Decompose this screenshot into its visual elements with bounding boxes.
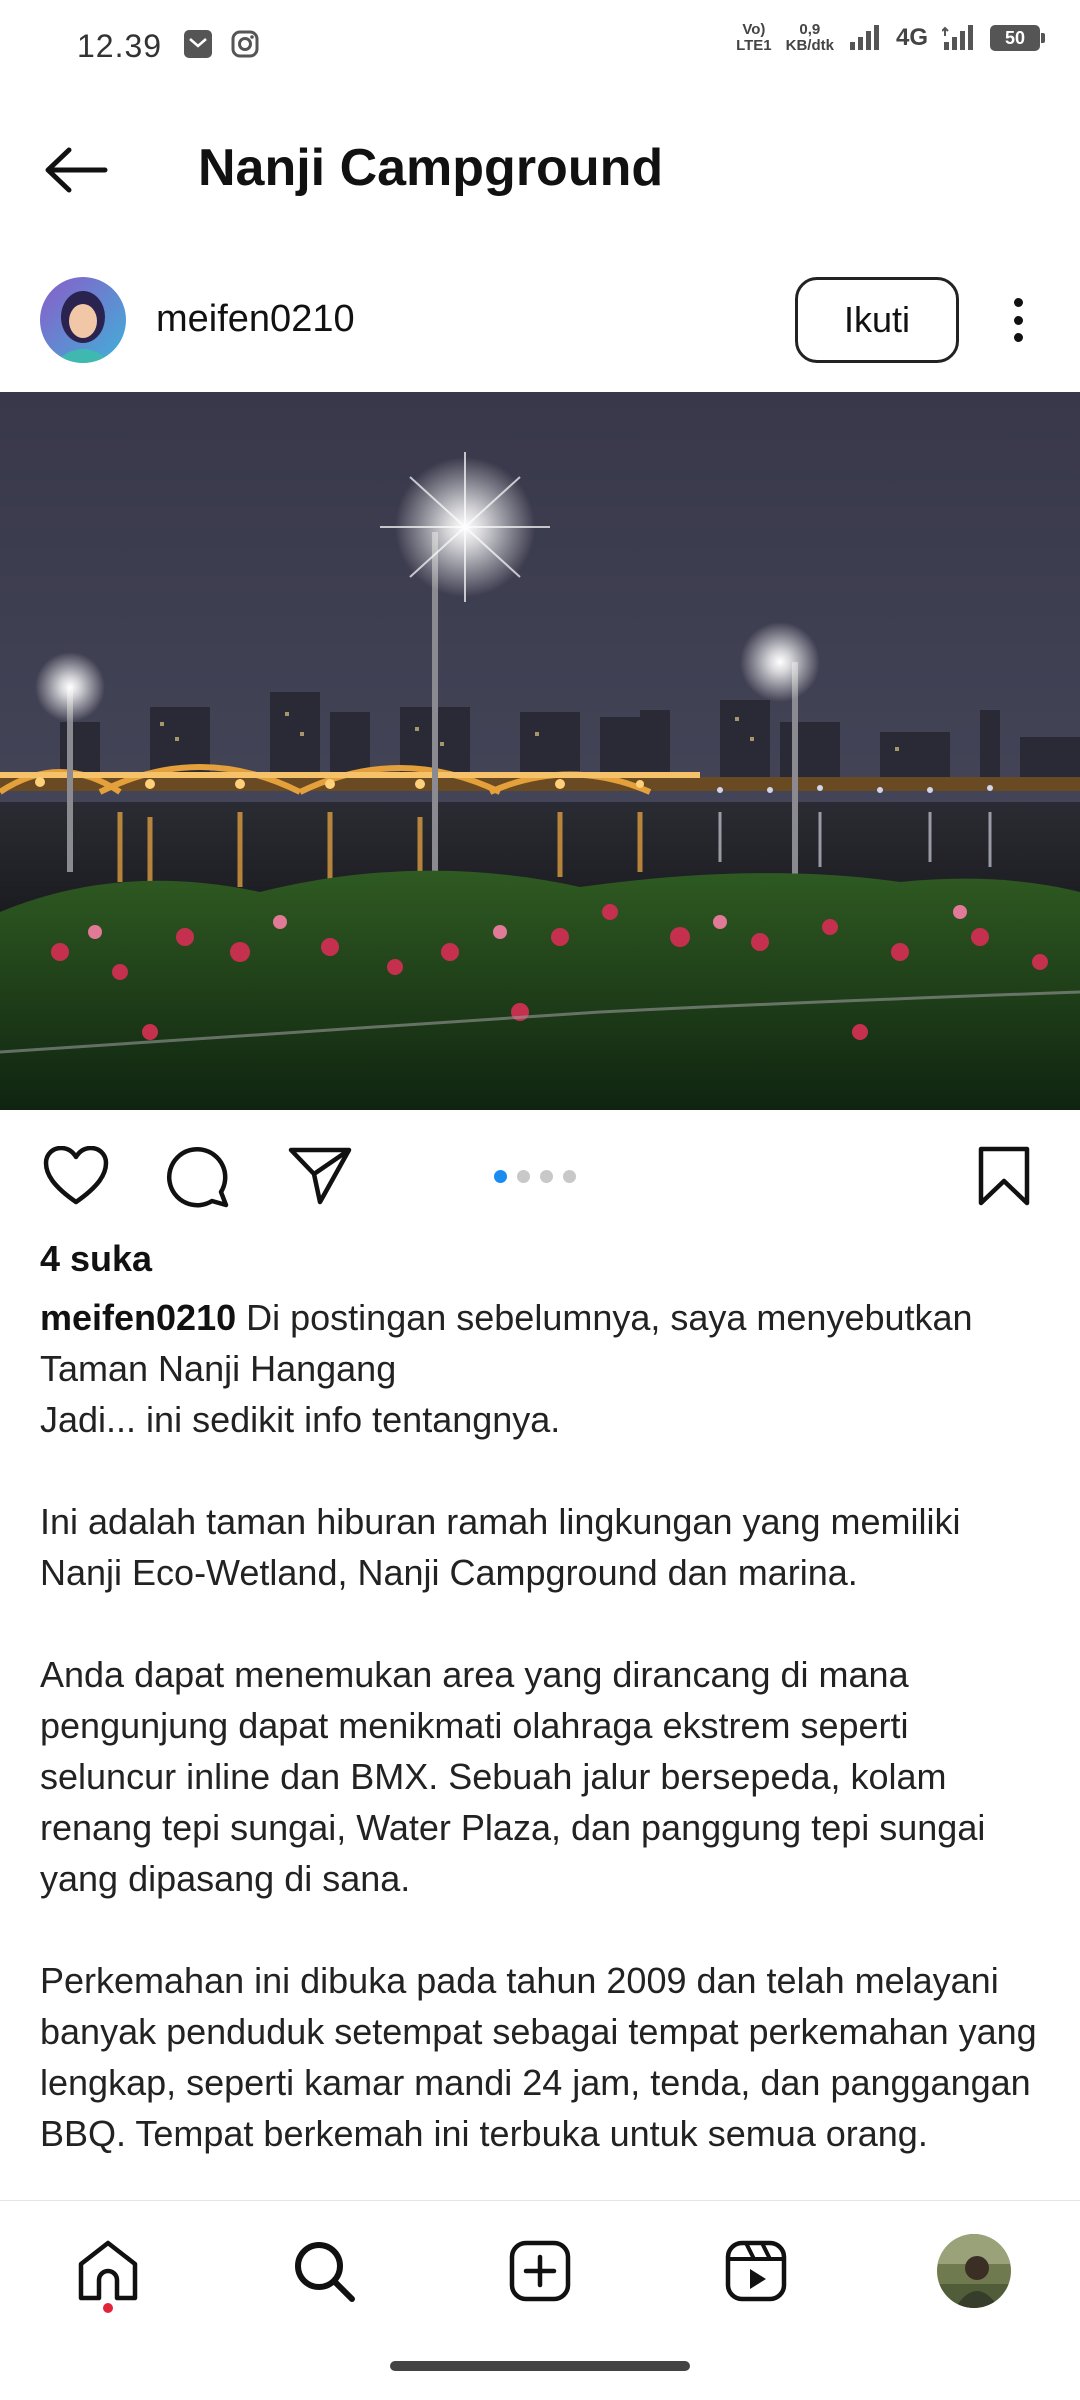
likes-count[interactable]: 4 suka xyxy=(40,1238,152,1280)
caption-gap xyxy=(40,1904,1050,1955)
caption-gap xyxy=(40,1598,1050,1649)
profile-avatar xyxy=(937,2234,1011,2308)
reels-icon xyxy=(725,2240,787,2302)
search-icon xyxy=(295,2242,355,2302)
signal-icon xyxy=(849,25,879,50)
save-button[interactable] xyxy=(966,1138,1042,1214)
nav-create[interactable] xyxy=(500,2231,580,2311)
caption-line: Ini adalah taman hiburan ramah lingkunga… xyxy=(40,1501,961,1593)
page-title: Nanji Campground xyxy=(198,139,664,197)
network-type: 4G xyxy=(895,24,928,51)
post-actions xyxy=(0,1130,1080,1220)
comment-icon xyxy=(167,1147,229,1208)
back-button[interactable] xyxy=(36,140,116,200)
like-button[interactable] xyxy=(38,1138,114,1214)
post-image[interactable] xyxy=(0,392,1080,1110)
signal-icon xyxy=(942,25,973,50)
bottom-navigation xyxy=(0,2200,1080,2340)
share-icon xyxy=(288,1147,352,1205)
more-vertical-icon[interactable] xyxy=(1000,290,1036,350)
home-indicator[interactable] xyxy=(390,2361,690,2371)
caption-gap xyxy=(40,1445,1050,1496)
carousel-dot xyxy=(494,1170,507,1183)
notification-dot xyxy=(103,2303,113,2313)
comment-button[interactable] xyxy=(160,1138,236,1214)
avatar[interactable] xyxy=(40,277,126,363)
mail-icon xyxy=(184,30,212,58)
status-right: Vo) LTE1 0,9 KB/dtk 4G 50 xyxy=(736,21,1045,54)
caption-line: Jadi... ini sedikit info tentangnya. xyxy=(40,1399,561,1440)
nav-search[interactable] xyxy=(284,2231,364,2311)
status-bar: 12.39 Vo) LTE1 0,9 KB/dtk 4G 50 xyxy=(0,0,1080,95)
nav-reels[interactable] xyxy=(716,2231,796,2311)
carousel-dot xyxy=(540,1170,553,1183)
home-icon xyxy=(78,2240,138,2301)
caption-line: Anda dapat menemukan area yang dirancang… xyxy=(40,1654,986,1899)
instagram-icon xyxy=(231,30,259,58)
share-button[interactable] xyxy=(282,1138,358,1214)
network-speed: 0,9 KB/dtk xyxy=(785,21,834,54)
follow-button[interactable]: Ikuti xyxy=(795,277,959,363)
status-time: 12.39 xyxy=(77,28,163,64)
post-author-row: meifen0210 Ikuti xyxy=(0,270,1080,370)
carousel-indicator xyxy=(494,1170,576,1183)
bookmark-icon xyxy=(978,1146,1030,1206)
nav-profile[interactable] xyxy=(934,2231,1014,2311)
carousel-dot xyxy=(563,1170,576,1183)
post-caption: meifen0210 Di postingan sebelumnya, saya… xyxy=(40,1292,1050,2200)
caption-line: Perkemahan ini dibuka pada tahun 2009 da… xyxy=(40,1960,1037,2154)
caption-username[interactable]: meifen0210 xyxy=(40,1297,236,1338)
author-username[interactable]: meifen0210 xyxy=(156,298,355,341)
heart-icon xyxy=(43,1146,109,1205)
volte-indicator: Vo) LTE1 xyxy=(736,21,772,54)
status-left-icons xyxy=(182,28,260,60)
header: Nanji Campground xyxy=(0,120,1080,220)
arrow-left-icon xyxy=(45,147,108,193)
carousel-dot xyxy=(517,1170,530,1183)
battery-indicator: 50 xyxy=(990,25,1045,51)
add-post-icon xyxy=(509,2240,571,2302)
caption-line-1: meifen0210 Di postingan sebelumnya, saya… xyxy=(40,1297,973,1389)
nav-home[interactable] xyxy=(68,2231,148,2311)
